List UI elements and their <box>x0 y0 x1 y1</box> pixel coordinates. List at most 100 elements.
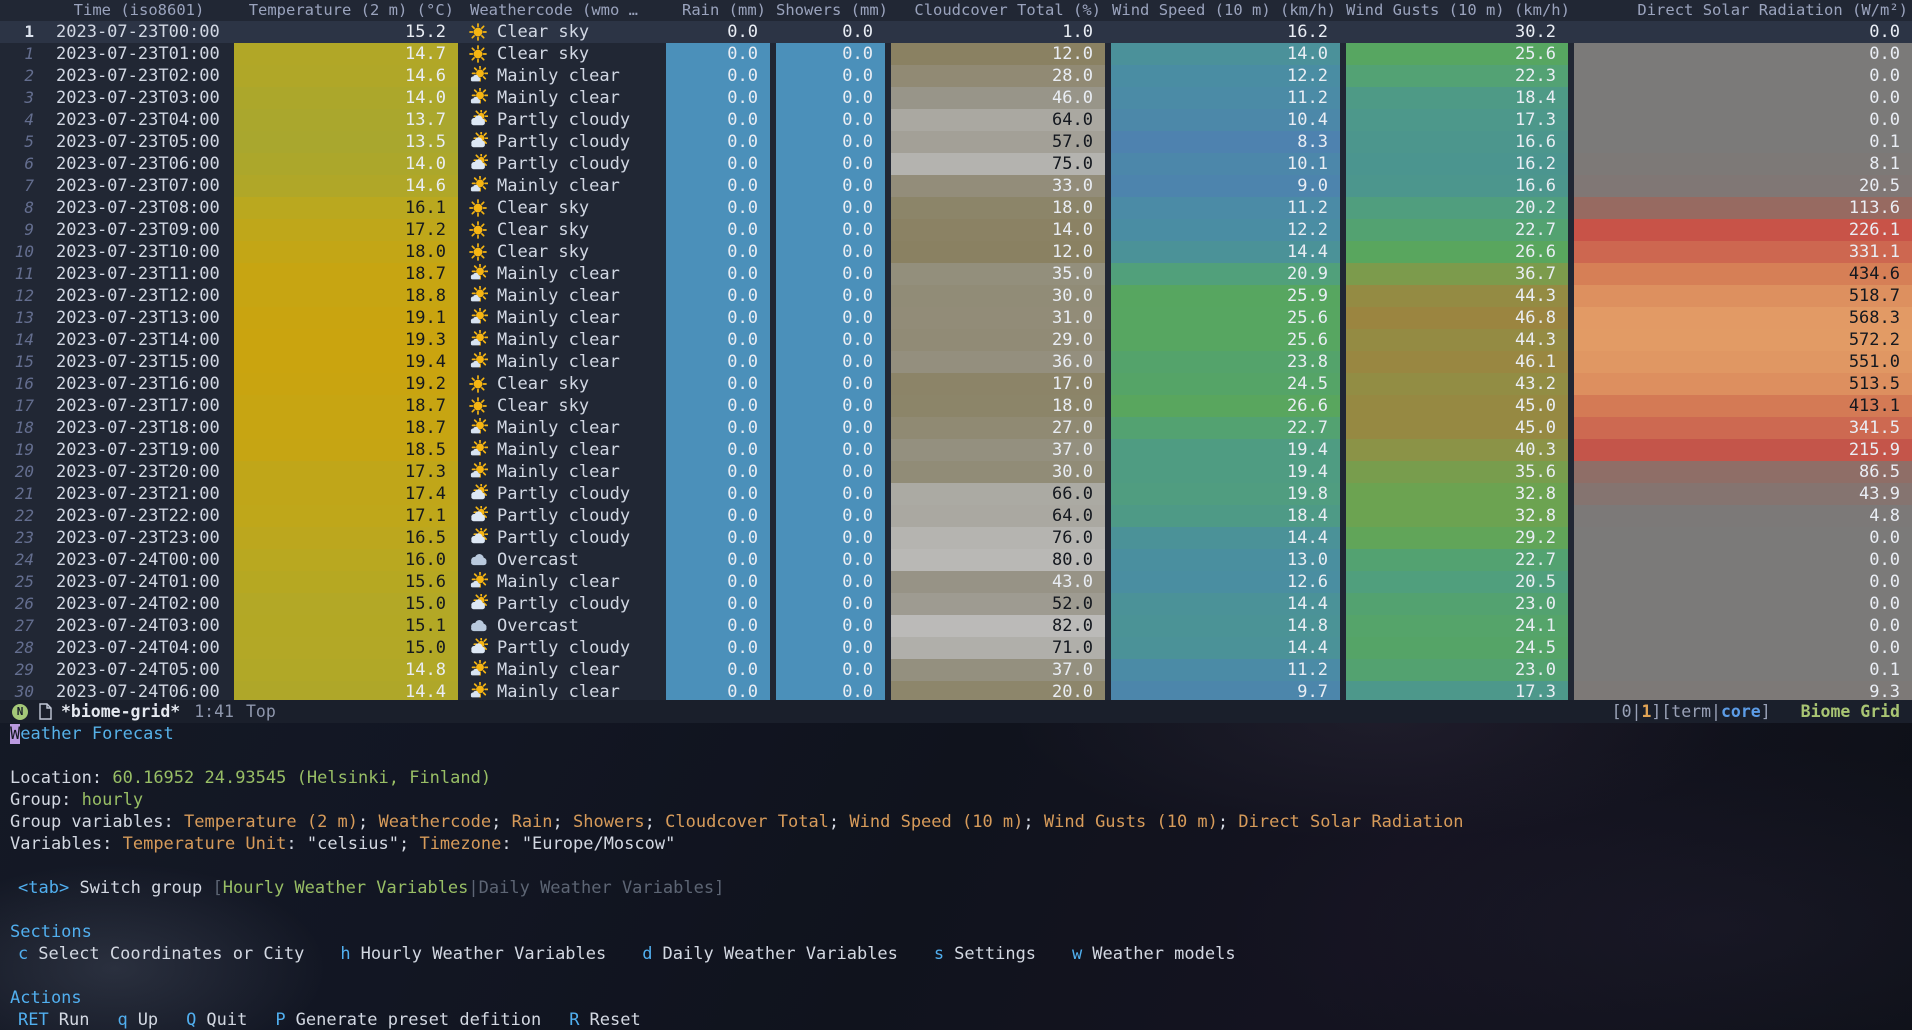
grid-row[interactable]: 32023-07-23T03:0014.0Mainly clear0.00.04… <box>0 87 1912 109</box>
cell-time: 2023-07-24T03:00 <box>50 615 228 637</box>
line-number: 7 <box>0 175 44 197</box>
modeline: N *biome-grid* 1:41 Top [0|1][term|core]… <box>0 700 1912 723</box>
cell-temperature: 19.1 <box>234 307 458 329</box>
line-number: 10 <box>0 241 44 263</box>
cell-time: 2023-07-23T02:00 <box>50 65 228 87</box>
grid-row[interactable]: 232023-07-23T23:0016.5Partly cloudy0.00.… <box>0 527 1912 549</box>
group-tab-hourly[interactable]: Hourly Weather Variables <box>223 878 469 898</box>
grid-row[interactable]: 172023-07-23T17:0018.7Clear sky0.00.018.… <box>0 395 1912 417</box>
switch-group-line[interactable]: <tab> Switch group [Hourly Weather Varia… <box>10 877 1902 899</box>
weathercode-label: Mainly clear <box>497 351 620 373</box>
cell-weathercode: Clear sky <box>464 21 660 43</box>
action-item-r[interactable]: RReset <box>569 1009 640 1030</box>
cell-showers: 0.0 <box>776 681 885 700</box>
cell-time: 2023-07-23T23:00 <box>50 527 228 549</box>
column-header-windspeed[interactable]: Wind Speed (10 m) (km/h) <box>1111 0 1340 21</box>
grid-row[interactable]: 102023-07-23T10:0018.0Clear sky0.00.012.… <box>0 241 1912 263</box>
group-variable: Weathercode <box>379 812 492 832</box>
cell-windgusts: 18.4 <box>1346 87 1568 109</box>
section-item-s[interactable]: sSettings <box>934 943 1036 965</box>
grid-row[interactable]: 282023-07-24T04:0015.0Partly cloudy0.00.… <box>0 637 1912 659</box>
section-item-h[interactable]: hHourly Weather Variables <box>340 943 606 965</box>
grid-row[interactable]: 162023-07-23T16:0019.2Clear sky0.00.017.… <box>0 373 1912 395</box>
cell-cloudcover: 66.0 <box>891 483 1105 505</box>
column-header-weathercode[interactable]: Weathercode (wmo … <box>464 0 660 21</box>
cell-windgusts: 20.5 <box>1346 571 1568 593</box>
grid-row[interactable]: 132023-07-23T13:0019.1Mainly clear0.00.0… <box>0 307 1912 329</box>
action-item-q[interactable]: qUp <box>117 1009 158 1030</box>
grid-row[interactable]: 152023-07-23T15:0019.4Mainly clear0.00.0… <box>0 351 1912 373</box>
grid-row[interactable]: 302023-07-24T06:0014.4Mainly clear0.00.0… <box>0 681 1912 700</box>
weathercode-label: Clear sky <box>497 21 589 43</box>
key-hint: RET <box>18 1010 49 1030</box>
weathercode-label: Clear sky <box>497 43 589 65</box>
cell-rain: 0.0 <box>666 351 770 373</box>
weathercode-label: Overcast <box>497 549 579 571</box>
cell-solar: 86.5 <box>1574 461 1912 483</box>
column-header-time[interactable]: Time (iso8601) <box>50 0 228 21</box>
grid-row[interactable]: 192023-07-23T19:0018.5Mainly clear0.00.0… <box>0 439 1912 461</box>
grid-row[interactable]: 62023-07-23T06:0014.0Partly cloudy0.00.0… <box>0 153 1912 175</box>
grid-row[interactable]: 202023-07-23T20:0017.3Mainly clear0.00.0… <box>0 461 1912 483</box>
grid-row[interactable]: 212023-07-23T21:0017.4Partly cloudy0.00.… <box>0 483 1912 505</box>
action-item-ret[interactable]: RETRun <box>18 1009 89 1030</box>
cell-showers: 0.0 <box>776 351 885 373</box>
weathercode-label: Partly cloudy <box>497 527 630 549</box>
grid-row-current[interactable]: 12023-07-23T00:0015.2Clear sky0.00.01.01… <box>0 21 1912 43</box>
grid-row[interactable]: 52023-07-23T05:0013.5Partly cloudy0.00.0… <box>0 131 1912 153</box>
grid-row[interactable]: 242023-07-24T00:0016.0Overcast0.00.080.0… <box>0 549 1912 571</box>
grid-row[interactable]: 252023-07-24T01:0015.6Mainly clear0.00.0… <box>0 571 1912 593</box>
hint-label: Select Coordinates or City <box>38 944 304 964</box>
cell-weathercode: Mainly clear <box>464 461 660 483</box>
column-header-temperature[interactable]: Temperature (2 m) (°C) <box>234 0 458 21</box>
action-item-p[interactable]: PGenerate preset defition <box>275 1009 541 1030</box>
grid-row[interactable]: 272023-07-24T03:0015.1Overcast0.00.082.0… <box>0 615 1912 637</box>
grid-row[interactable]: 142023-07-23T14:0019.3Mainly clear0.00.0… <box>0 329 1912 351</box>
cell-solar: 0.0 <box>1574 571 1912 593</box>
grid-row[interactable]: 92023-07-23T09:0017.2Clear sky0.00.014.0… <box>0 219 1912 241</box>
variables-list: Temperature Unit: "celsius"; Timezone: "… <box>123 834 676 854</box>
key-hint: R <box>569 1010 579 1030</box>
grid-row[interactable]: 292023-07-24T05:0014.8Mainly clear0.00.0… <box>0 659 1912 681</box>
line-number: 25 <box>0 571 44 593</box>
cell-weathercode: Mainly clear <box>464 307 660 329</box>
column-header-cloudcover[interactable]: Cloudcover Total (%) <box>891 0 1105 21</box>
cell-solar: 0.0 <box>1574 43 1912 65</box>
grid-row[interactable]: 262023-07-24T02:0015.0Partly cloudy0.00.… <box>0 593 1912 615</box>
cell-weathercode: Partly cloudy <box>464 131 660 153</box>
grid-row[interactable]: 42023-07-23T04:0013.7Partly cloudy0.00.0… <box>0 109 1912 131</box>
buffer-name[interactable]: *biome-grid* <box>61 702 180 721</box>
section-item-w[interactable]: wWeather models <box>1072 943 1236 965</box>
grid-row[interactable]: 82023-07-23T08:0016.1Clear sky0.00.018.0… <box>0 197 1912 219</box>
cell-time: 2023-07-23T09:00 <box>50 219 228 241</box>
column-header-showers[interactable]: Showers (mm) <box>776 0 885 21</box>
clear-icon <box>468 198 488 218</box>
weathercode-label: Partly cloudy <box>497 637 630 659</box>
grid-row[interactable]: 22023-07-23T02:0014.6Mainly clear0.00.02… <box>0 65 1912 87</box>
grid-row[interactable]: 112023-07-23T11:0018.7Mainly clear0.00.0… <box>0 263 1912 285</box>
cell-solar: 0.0 <box>1574 21 1912 43</box>
section-item-d[interactable]: dDaily Weather Variables <box>642 943 898 965</box>
line-number: 27 <box>0 615 44 637</box>
column-header-solar[interactable]: Direct Solar Radiation (W/m²) <box>1574 0 1912 21</box>
grid-row[interactable]: 182023-07-23T18:0018.7Mainly clear0.00.0… <box>0 417 1912 439</box>
column-header-rain[interactable]: Rain (mm) <box>666 0 770 21</box>
cell-rain: 0.0 <box>666 637 770 659</box>
cell-weathercode: Mainly clear <box>464 351 660 373</box>
grid-row[interactable]: 72023-07-23T07:0014.6Mainly clear0.00.03… <box>0 175 1912 197</box>
cell-windgusts: 44.3 <box>1346 285 1568 307</box>
group-variable: Direct Solar Radiation <box>1238 812 1463 832</box>
line-number: 8 <box>0 197 44 219</box>
grid-row[interactable]: 222023-07-23T22:0017.1Partly cloudy0.00.… <box>0 505 1912 527</box>
partly-cloudy-icon <box>468 594 488 614</box>
grid-row[interactable]: 122023-07-23T12:0018.8Mainly clear0.00.0… <box>0 285 1912 307</box>
cell-showers: 0.0 <box>776 615 885 637</box>
cell-showers: 0.0 <box>776 175 885 197</box>
column-header-windgusts[interactable]: Wind Gusts (10 m) (km/h) <box>1346 0 1568 21</box>
group-tab-daily[interactable]: Daily Weather Variables <box>479 878 714 898</box>
cell-temperature: 14.0 <box>234 87 458 109</box>
grid-row[interactable]: 12023-07-23T01:0014.7Clear sky0.00.012.0… <box>0 43 1912 65</box>
action-item-q[interactable]: QQuit <box>186 1009 247 1030</box>
cell-solar: 20.5 <box>1574 175 1912 197</box>
section-item-c[interactable]: cSelect Coordinates or City <box>18 943 304 965</box>
